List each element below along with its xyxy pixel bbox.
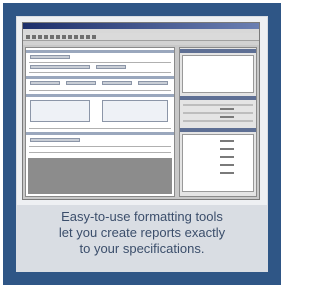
- toolbar-icon: [26, 34, 30, 39]
- toolbar-icon: [86, 34, 90, 39]
- pane-titlebar: [180, 49, 256, 53]
- property-value: [220, 148, 234, 150]
- toolbar-icon: [32, 34, 36, 39]
- detail-band: [26, 94, 174, 97]
- property-grid: [182, 134, 254, 192]
- toolbar-icon: [44, 34, 48, 39]
- toolbar-icon: [38, 34, 42, 39]
- property-row: [183, 104, 253, 106]
- field-list: [182, 55, 254, 93]
- page-footer-area: [28, 158, 172, 194]
- property-value: [220, 108, 234, 110]
- divider: [29, 62, 171, 63]
- divider: [29, 146, 171, 147]
- caption-line-2: let you create reports exactly: [58, 225, 226, 240]
- toolbar-icon: [50, 34, 54, 39]
- report-field: [30, 65, 90, 69]
- caption-line-3: to your specifications.: [79, 241, 205, 256]
- property-value: [220, 140, 234, 142]
- report-designer-screenshot: [22, 22, 260, 200]
- divider: [29, 128, 171, 129]
- divider: [29, 72, 171, 73]
- toolbar-icon: [80, 34, 84, 39]
- toolbar-icon: [68, 34, 72, 39]
- toolbar-icon: [92, 34, 96, 39]
- report-field: [102, 81, 132, 85]
- toolbar-icon: [62, 34, 66, 39]
- report-header-band: [26, 50, 174, 53]
- pane-titlebar: [180, 96, 256, 100]
- toolbar-icon: [56, 34, 60, 39]
- property-value: [220, 172, 234, 174]
- subreport-box: [102, 100, 168, 122]
- feature-caption: Easy-to-use formatting tools let you cre…: [17, 209, 267, 269]
- window-toolbar: [23, 33, 259, 41]
- report-field: [96, 65, 126, 69]
- report-field: [66, 81, 96, 85]
- property-value: [220, 116, 234, 118]
- feature-card: Easy-to-use formatting tools let you cre…: [0, 0, 284, 288]
- group-header-band: [26, 76, 174, 79]
- property-value: [220, 156, 234, 158]
- properties-pane: [179, 47, 257, 197]
- divider: [29, 90, 171, 91]
- group-footer-band: [26, 132, 174, 135]
- report-field: [30, 81, 60, 85]
- divider: [29, 152, 171, 153]
- pane-titlebar: [180, 128, 256, 132]
- caption-line-1: Easy-to-use formatting tools: [61, 209, 223, 224]
- report-field: [138, 81, 168, 85]
- format-toolbar: [23, 41, 259, 45]
- property-row: [183, 112, 253, 114]
- report-field: [30, 138, 80, 142]
- report-field: [30, 55, 70, 59]
- property-row: [183, 120, 253, 122]
- subreport-box: [30, 100, 90, 122]
- property-value: [220, 164, 234, 166]
- report-design-canvas: [25, 47, 175, 197]
- toolbar-icon: [74, 34, 78, 39]
